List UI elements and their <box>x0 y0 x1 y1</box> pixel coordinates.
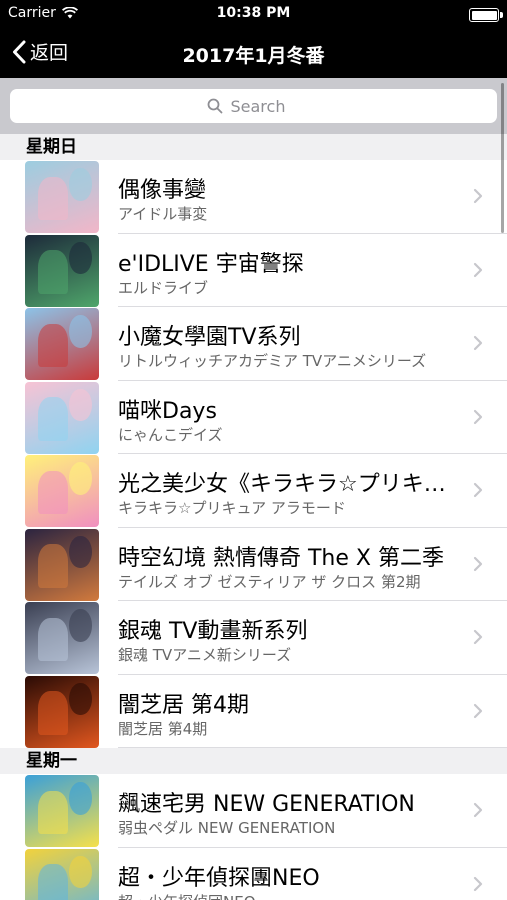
anime-thumbnail <box>25 308 99 380</box>
section-header: 星期日 <box>0 134 507 160</box>
search-input[interactable] <box>230 96 301 116</box>
battery-fill <box>471 10 497 20</box>
chevron-right-icon <box>473 556 483 571</box>
anime-title: 飆速宅男 NEW GENERATION <box>118 792 415 817</box>
anime-list-item[interactable]: 超・少年偵探團NEO超・少年探偵団NEO <box>0 847 507 900</box>
anime-list-item[interactable]: 闇芝居 第4期 闇芝居 第4期 <box>0 674 507 748</box>
anime-title: 偶像事變 <box>118 178 207 203</box>
battery-cap <box>500 12 503 18</box>
battery-icon <box>469 8 503 22</box>
anime-subtitle: にゃんこデイズ <box>118 425 223 444</box>
back-button[interactable]: 返回 <box>12 38 68 65</box>
anime-title: 超・少年偵探團NEO <box>118 865 320 891</box>
chevron-right-icon <box>473 262 483 277</box>
chevron-right-icon <box>473 876 483 891</box>
anime-title: 銀魂 TV動畫新系列 <box>118 619 308 644</box>
anime-thumbnail <box>25 675 99 748</box>
anime-title: 喵咪Days <box>118 398 217 424</box>
section-header: 星期一 <box>0 748 507 774</box>
anime-list-item[interactable]: 小魔女學園TV系列リトルウィッチアカデミア TVアニメシリーズ <box>0 307 507 381</box>
anime-thumbnail <box>25 234 99 307</box>
anime-list-item[interactable]: 喵咪Days にゃんこデイズ <box>0 380 507 454</box>
anime-subtitle: アイドル事変 <box>118 205 208 223</box>
chevron-right-icon <box>473 703 483 718</box>
anime-subtitle: 闇芝居 第4期 <box>118 719 208 738</box>
scrollbar[interactable] <box>501 83 504 233</box>
anime-subtitle: 超・少年探偵団NEO <box>118 891 458 900</box>
anime-subtitle: キラキラ☆プリキュア アラモード <box>118 499 346 517</box>
anime-title: 闇芝居 第4期 <box>118 692 249 718</box>
search-bar <box>0 78 507 134</box>
back-button-label: 返回 <box>30 42 69 64</box>
anime-title: 小魔女學園TV系列 <box>118 325 301 350</box>
chevron-right-icon <box>473 188 483 204</box>
anime-subtitle: 銀魂 TVアニメ新シリーズ <box>118 646 292 664</box>
anime-title: 時空幻境 熱情傳奇 The X 第二季 <box>118 545 444 571</box>
anime-list-item[interactable]: e'IDLIVE 宇宙警探 エルドライブ <box>0 233 507 307</box>
anime-subtitle: テイルズ オブ ゼスティリア ザ クロス 第2期 <box>118 572 421 591</box>
anime-title: 光之美少女《キラキラ☆プリキュア アラモード》 <box>118 472 458 497</box>
anime-title: e'IDLIVE 宇宙警探 <box>118 251 304 277</box>
chevron-right-icon <box>473 629 483 645</box>
anime-list-item[interactable]: 時空幻境 熱情傳奇 The X 第二季 テイルズ オブ ゼスティリア ザ クロス … <box>0 527 507 601</box>
status-bar: Carrier 10:38 PM <box>0 0 507 30</box>
chevron-right-icon <box>473 802 483 818</box>
anime-subtitle: エルドライブ <box>118 278 209 297</box>
anime-list-item[interactable]: 銀魂 TV動畫新系列銀魂 TVアニメ新シリーズ <box>0 601 507 675</box>
anime-thumbnail <box>25 775 99 847</box>
anime-thumbnail <box>25 161 99 233</box>
anime-thumbnail <box>25 528 99 601</box>
anime-list-item[interactable]: 光之美少女《キラキラ☆プリキュア アラモード》キラキラ☆プリキュア アラモード <box>0 454 507 528</box>
status-time: 10:38 PM <box>216 5 291 21</box>
navigation-bar: 返回 2017年1月冬番 <box>0 30 507 78</box>
search-icon <box>207 98 222 114</box>
anime-list-item[interactable]: 飆速宅男 NEW GENERATION 弱虫ペダル NEW GENERATION <box>0 774 507 848</box>
anime-list: 星期日 偶像事變 アイドル事変 e'IDLIVE 宇宙警探 エルドライブ 小魔女學園TV系… <box>0 134 507 900</box>
page-title: 2017年1月冬番 <box>182 45 325 67</box>
anime-thumbnail <box>25 602 99 674</box>
anime-thumbnail <box>25 455 99 527</box>
search-field[interactable] <box>10 89 497 123</box>
anime-subtitle: 弱虫ペダル NEW GENERATION <box>118 819 336 837</box>
chevron-left-icon <box>13 40 26 63</box>
chevron-right-icon <box>473 335 483 351</box>
chevron-right-icon <box>473 409 483 424</box>
anime-subtitle: リトルウィッチアカデミア TVアニメシリーズ <box>118 352 427 370</box>
chevron-right-icon <box>473 482 483 498</box>
anime-list-item[interactable]: 偶像事變アイドル事変 <box>0 160 507 234</box>
anime-thumbnail <box>25 848 99 900</box>
anime-thumbnail <box>25 381 99 454</box>
